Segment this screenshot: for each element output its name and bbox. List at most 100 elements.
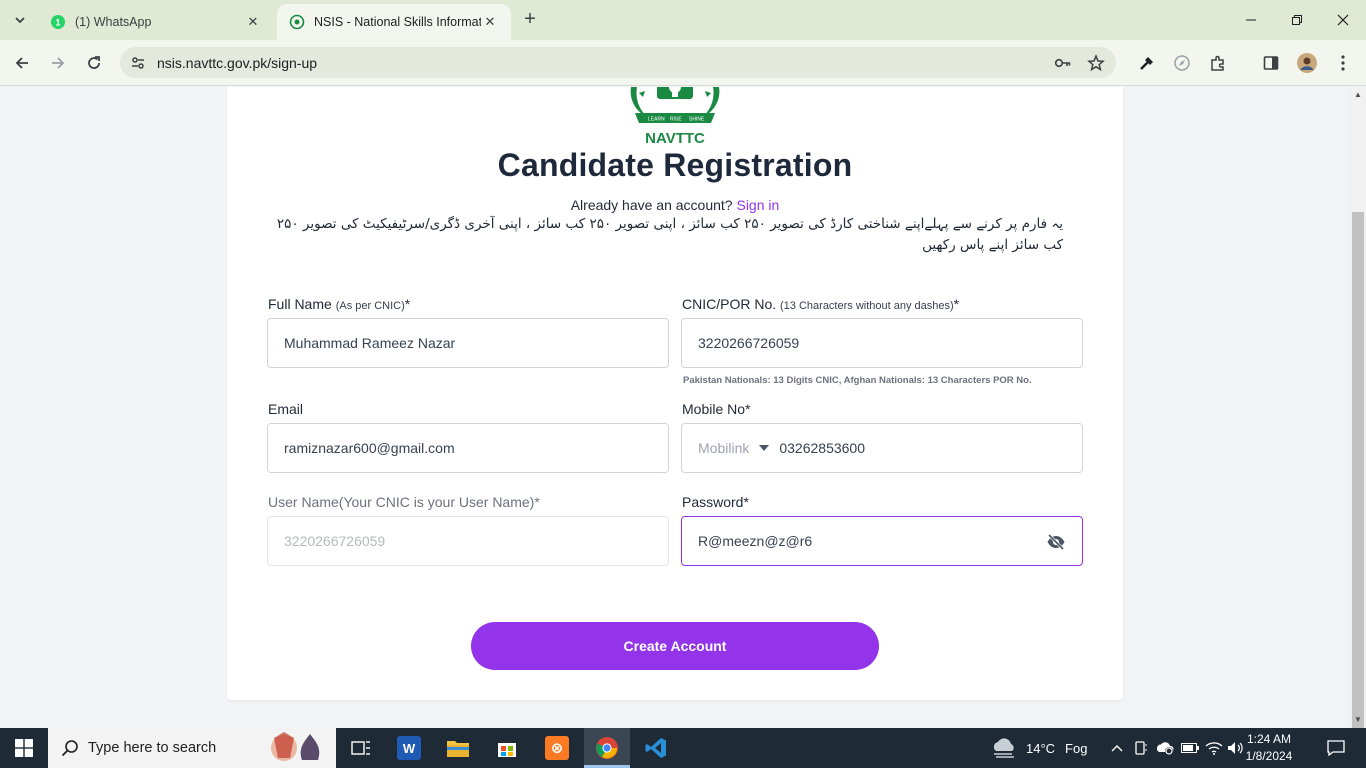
vscode-icon (645, 738, 666, 758)
chevron-down-icon (15, 17, 25, 24)
notification-center-button[interactable] (1318, 728, 1354, 768)
store-icon (498, 743, 516, 757)
password-label: Password* (682, 494, 749, 510)
eye-slash-icon[interactable] (1046, 532, 1066, 552)
carrier-select[interactable]: Mobilink (698, 440, 749, 456)
windows-logo-icon (15, 739, 33, 757)
cnic-label: CNIC/POR No. (13 Characters without any … (682, 296, 960, 312)
scrollbar-thumb[interactable] (1352, 212, 1364, 768)
onedrive-sync-icon[interactable] (1154, 728, 1176, 768)
password-input[interactable]: R@meezn@z@r6 (681, 516, 1083, 566)
search-icon (61, 740, 78, 757)
full-name-input[interactable]: Muhammad Rameez Nazar (267, 318, 669, 368)
logo-motto: RISE (670, 117, 682, 123)
forward-button[interactable] (45, 50, 71, 76)
taskbar-search[interactable]: Type here to search (48, 728, 336, 768)
compass-extension-icon[interactable] (1171, 52, 1193, 74)
reload-icon (88, 56, 100, 69)
tab-title: (1) WhatsApp (75, 15, 152, 29)
signin-link[interactable]: Sign in (736, 197, 779, 213)
chevron-up-icon (1111, 745, 1123, 752)
svg-text:1: 1 (55, 18, 60, 28)
profile-avatar[interactable] (1296, 52, 1318, 74)
full-name-hint: (As per CNIC) (335, 300, 405, 312)
password-value: R@meezn@z@r6 (698, 533, 813, 549)
mobile-number-input[interactable]: 03262853600 (779, 440, 865, 456)
cnic-helper-text: Pakistan Nationals: 13 Digits CNIC, Afgh… (683, 375, 1032, 386)
side-panel-icon[interactable] (1260, 52, 1282, 74)
weather-widget[interactable]: 14°C Fog (990, 728, 1090, 768)
navttc-favicon-icon (289, 14, 305, 30)
weather-temp: 14°C (1026, 740, 1056, 756)
restore-icon (1292, 15, 1302, 25)
tab-whatsapp[interactable]: 1 (1) WhatsApp ✕ (38, 4, 274, 40)
taskbar-vscode[interactable] (633, 728, 679, 768)
taskbar-microsoft-store[interactable] (484, 728, 530, 768)
logo-text: NAVTTC (645, 130, 705, 147)
back-button[interactable] (9, 50, 35, 76)
show-hidden-icons-button[interactable] (1108, 728, 1126, 768)
tab-nsis[interactable]: NSIS - National Skills Informatic ✕ (277, 4, 511, 40)
close-icon (1337, 14, 1349, 26)
email-input[interactable]: ramiznazar600@gmail.com (267, 423, 669, 473)
eyedropper-extension-icon[interactable] (1136, 52, 1158, 74)
windows-taskbar: Type here to search W ⊗ 14°C Fog 1:24 AM… (0, 728, 1366, 768)
reload-button[interactable] (81, 50, 107, 76)
mobile-input-group: Mobilink 03262853600 (681, 423, 1083, 473)
scroll-down-arrow-icon[interactable]: ▼ (1354, 715, 1362, 724)
username-input[interactable]: 3220266726059 (267, 516, 669, 566)
tab-title: NSIS - National Skills Informatic (314, 15, 481, 29)
task-view-icon (351, 741, 370, 755)
signin-prompt-text: Already have an account? (570, 197, 733, 213)
full-name-label: Full Name (As per CNIC)* (268, 296, 411, 312)
notification-icon (1327, 740, 1345, 756)
browser-toolbar: nsis.navttc.gov.pk/sign-up (0, 40, 1366, 86)
new-tab-button[interactable]: + (519, 9, 541, 31)
task-view-button[interactable] (338, 728, 384, 768)
registration-card: LEARN RISE SHINE NAVTTC Candidate Regist… (227, 87, 1123, 700)
taskbar-file-explorer[interactable] (435, 728, 481, 768)
taskbar-word[interactable]: W (386, 728, 432, 768)
extensions-puzzle-icon[interactable] (1207, 52, 1229, 74)
urdu-instructions: یہ فارم پر کرنے سے پہلےاپنے شناختی کارڈ … (276, 216, 1063, 253)
more-menu-icon[interactable] (1332, 52, 1354, 74)
start-button[interactable] (0, 728, 48, 768)
navttc-logo: LEARN RISE SHINE NAVTTC (630, 87, 720, 147)
battery-icon[interactable] (1180, 728, 1200, 768)
tab-search-button[interactable] (8, 8, 32, 32)
email-label: Email (268, 401, 304, 417)
clock-date: 1/8/2024 (1245, 749, 1293, 763)
close-window-button[interactable] (1320, 0, 1366, 40)
close-icon[interactable]: ✕ (244, 14, 262, 30)
address-bar[interactable]: nsis.navttc.gov.pk/sign-up (120, 47, 1116, 78)
create-account-button[interactable]: Create Account (471, 622, 879, 670)
weather-condition: Fog (1065, 740, 1088, 756)
key-icon[interactable] (1054, 54, 1072, 72)
taskbar-chrome[interactable] (584, 728, 630, 768)
tray-device-icon[interactable] (1132, 728, 1150, 768)
signin-prompt: Already have an account? Sign in (227, 197, 1123, 213)
arrow-right-icon (52, 57, 65, 69)
scroll-up-arrow-icon[interactable]: ▲ (1354, 90, 1362, 99)
site-info-icon[interactable] (129, 54, 147, 72)
restore-button[interactable] (1274, 0, 1320, 40)
close-icon[interactable]: ✕ (481, 14, 499, 30)
arrow-left-icon (15, 57, 28, 69)
bookmark-star-icon[interactable] (1087, 54, 1105, 72)
taskbar-xampp[interactable]: ⊗ (534, 728, 580, 768)
xampp-icon: ⊗ (545, 736, 569, 760)
clock-time: 1:24 AM (1246, 732, 1292, 746)
page-scrollbar[interactable]: ▲ ▼ (1350, 87, 1366, 768)
mobile-label: Mobile No* (682, 401, 751, 417)
cnic-hint: (13 Characters without any dashes) (780, 300, 954, 312)
logo-motto: LEARN (648, 117, 665, 123)
browser-tab-strip: 1 (1) WhatsApp ✕ NSIS - National Skills … (0, 0, 1366, 40)
folder-icon (447, 741, 469, 757)
page-title: Candidate Registration (497, 147, 853, 183)
wifi-icon[interactable] (1204, 728, 1224, 768)
cnic-input[interactable]: 3220266726059 (681, 318, 1083, 368)
minimize-button[interactable] (1228, 0, 1274, 40)
search-placeholder: Type here to search (88, 740, 217, 756)
system-clock[interactable]: 1:24 AM 1/8/2024 (1228, 731, 1310, 765)
chevron-down-icon[interactable] (759, 445, 770, 451)
